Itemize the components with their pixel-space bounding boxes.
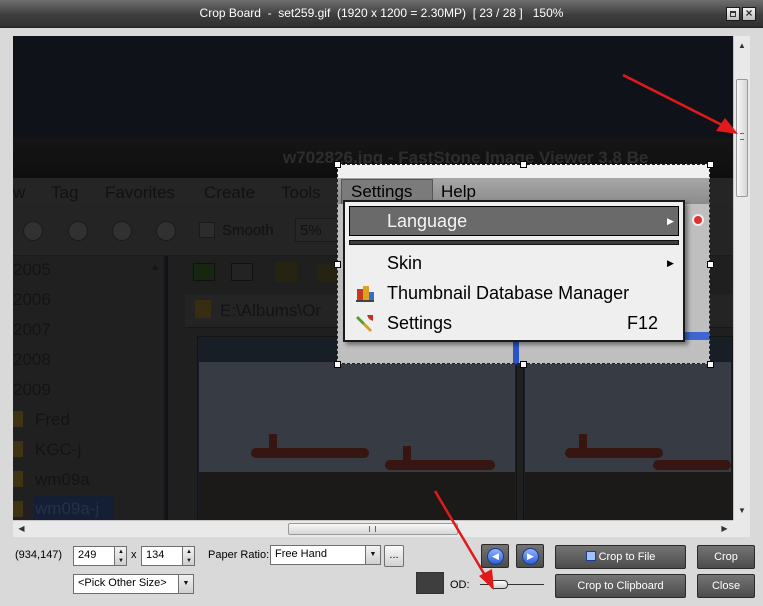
overlay-color-swatch[interactable] bbox=[416, 572, 444, 594]
nav-circle: ▶ bbox=[522, 548, 539, 565]
next-image-button[interactable]: ▶ bbox=[516, 544, 544, 568]
horizontal-scrollbar[interactable]: ◀ ▶ bbox=[13, 520, 733, 537]
opacity-slider-knob[interactable] bbox=[490, 580, 508, 589]
stepper-down-icon[interactable]: ▼ bbox=[116, 557, 126, 565]
grip-icon bbox=[740, 133, 744, 140]
width-input[interactable]: 249 bbox=[73, 546, 115, 566]
scrollbar-corner bbox=[733, 520, 750, 537]
crop-to-clipboard-button[interactable]: Crop to Clipboard bbox=[555, 574, 686, 598]
window-title: Crop Board - set259.gif (1920 x 1200 = 2… bbox=[199, 6, 564, 20]
dim bbox=[13, 36, 733, 164]
height-stepper[interactable]: ▲ ▼ bbox=[182, 546, 195, 566]
stepper-up-icon[interactable]: ▲ bbox=[116, 548, 126, 556]
save-disk-icon bbox=[585, 551, 596, 561]
image-viewport[interactable]: w702826.jpg - FastStone Image Viewer 3.8… bbox=[13, 36, 733, 520]
height-input[interactable]: 134 bbox=[141, 546, 183, 566]
maximize-button[interactable] bbox=[726, 7, 740, 21]
paper-ratio-combo[interactable]: Free Hand bbox=[270, 545, 366, 565]
vertical-scrollbar[interactable]: ▲ ▼ bbox=[733, 36, 750, 520]
maximize-icon bbox=[730, 11, 736, 17]
crop-handle-right[interactable] bbox=[707, 261, 714, 268]
width-stepper[interactable]: ▲ ▼ bbox=[114, 546, 127, 566]
vertical-scroll-thumb[interactable] bbox=[736, 79, 748, 197]
paper-ratio-more-button[interactable]: ... bbox=[384, 545, 404, 567]
stepper-up-icon[interactable]: ▲ bbox=[184, 548, 194, 556]
crop-to-file-label: Crop to File bbox=[598, 551, 656, 563]
crop-button[interactable]: Crop bbox=[697, 545, 755, 569]
grip-icon bbox=[369, 526, 376, 532]
scroll-right-icon[interactable]: ▶ bbox=[716, 521, 733, 537]
next-icon: ▶ bbox=[527, 551, 534, 561]
pick-size-combo[interactable]: <Pick Other Size> bbox=[73, 574, 179, 594]
crop-handle-top-right[interactable] bbox=[707, 161, 714, 168]
previous-icon: ◀ bbox=[492, 551, 499, 561]
od-label: OD: bbox=[450, 579, 470, 591]
paper-ratio-label: Paper Ratio: bbox=[208, 549, 270, 561]
cursor-position: (934,147) bbox=[15, 549, 63, 561]
scroll-up-icon[interactable]: ▲ bbox=[734, 37, 750, 54]
dimension-separator: x bbox=[131, 549, 137, 561]
chevron-down-icon[interactable]: ▼ bbox=[365, 545, 381, 565]
crop-to-file-button[interactable]: Crop to File bbox=[555, 545, 686, 569]
crop-board-window: Crop Board - set259.gif (1920 x 1200 = 2… bbox=[0, 0, 763, 606]
crop-handle-bottom-left[interactable] bbox=[334, 361, 341, 368]
dim bbox=[13, 364, 733, 520]
nav-circle: ◀ bbox=[487, 548, 504, 565]
title-bar[interactable]: Crop Board - set259.gif (1920 x 1200 = 2… bbox=[0, 0, 763, 28]
crop-handle-top[interactable] bbox=[520, 161, 527, 168]
close-button[interactable]: Close bbox=[697, 574, 755, 598]
scroll-left-icon[interactable]: ◀ bbox=[13, 521, 30, 537]
dim bbox=[13, 164, 337, 364]
chevron-down-icon[interactable]: ▼ bbox=[178, 574, 194, 594]
crop-selection-border[interactable] bbox=[337, 164, 710, 364]
crop-controls-panel: (934,147) 249 ▲ ▼ x 134 ▲ ▼ <Pick Other … bbox=[0, 537, 763, 606]
crop-handle-bottom-right[interactable] bbox=[707, 361, 714, 368]
crop-handle-bottom[interactable] bbox=[520, 361, 527, 368]
scroll-down-icon[interactable]: ▼ bbox=[734, 502, 750, 519]
crop-handle-top-left[interactable] bbox=[334, 161, 341, 168]
close-icon: × bbox=[745, 6, 753, 20]
horizontal-scroll-thumb[interactable] bbox=[288, 523, 458, 535]
stepper-down-icon[interactable]: ▼ bbox=[184, 557, 194, 565]
previous-image-button[interactable]: ◀ bbox=[481, 544, 509, 568]
crop-handle-left[interactable] bbox=[334, 261, 341, 268]
window-close-button[interactable]: × bbox=[742, 6, 756, 21]
